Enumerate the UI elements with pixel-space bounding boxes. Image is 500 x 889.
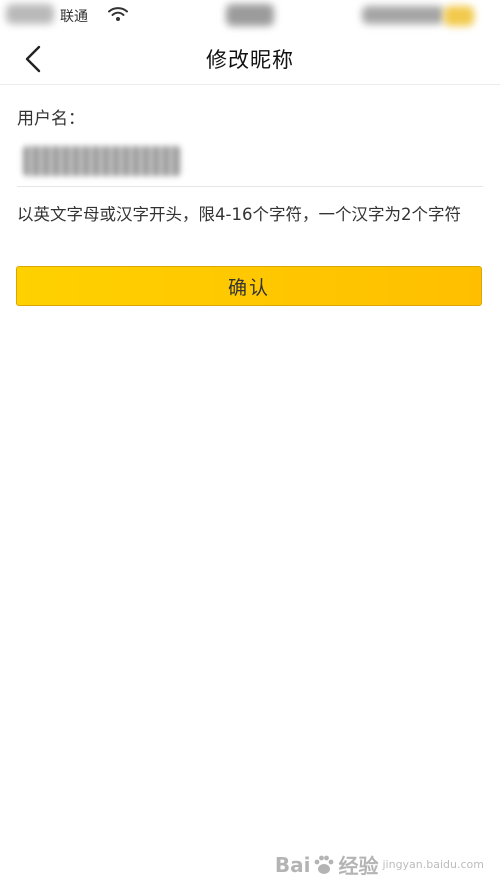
username-input[interactable] — [17, 136, 483, 187]
watermark-brand: Bai — [274, 852, 311, 877]
status-bar: 联通 — [0, 0, 500, 34]
navigation-bar: 修改昵称 — [0, 34, 500, 85]
confirm-button[interactable]: 确认 — [16, 266, 482, 306]
wifi-icon — [108, 7, 128, 21]
paw-icon — [315, 855, 334, 874]
page-title: 修改昵称 — [206, 48, 294, 72]
username-label: 用户名： — [17, 109, 85, 129]
blurred-time — [226, 4, 274, 26]
baidu-jingyan-watermark: Bai 经验 jingyan.baidu.com — [275, 850, 484, 879]
blurred-battery-icon — [444, 6, 474, 26]
blurred-status-icons — [362, 6, 444, 24]
blurred-signal-area — [6, 4, 54, 24]
nickname-rule-hint: 以英文字母或汉字开头，限4-16个字符，一个汉字为2个字符 — [17, 205, 461, 224]
watermark-domain: jingyan.baidu.com — [382, 857, 484, 871]
carrier-name: 联通 — [60, 9, 88, 25]
blurred-username-value — [23, 146, 181, 176]
watermark-brand-suffix: 经验 — [338, 854, 379, 878]
